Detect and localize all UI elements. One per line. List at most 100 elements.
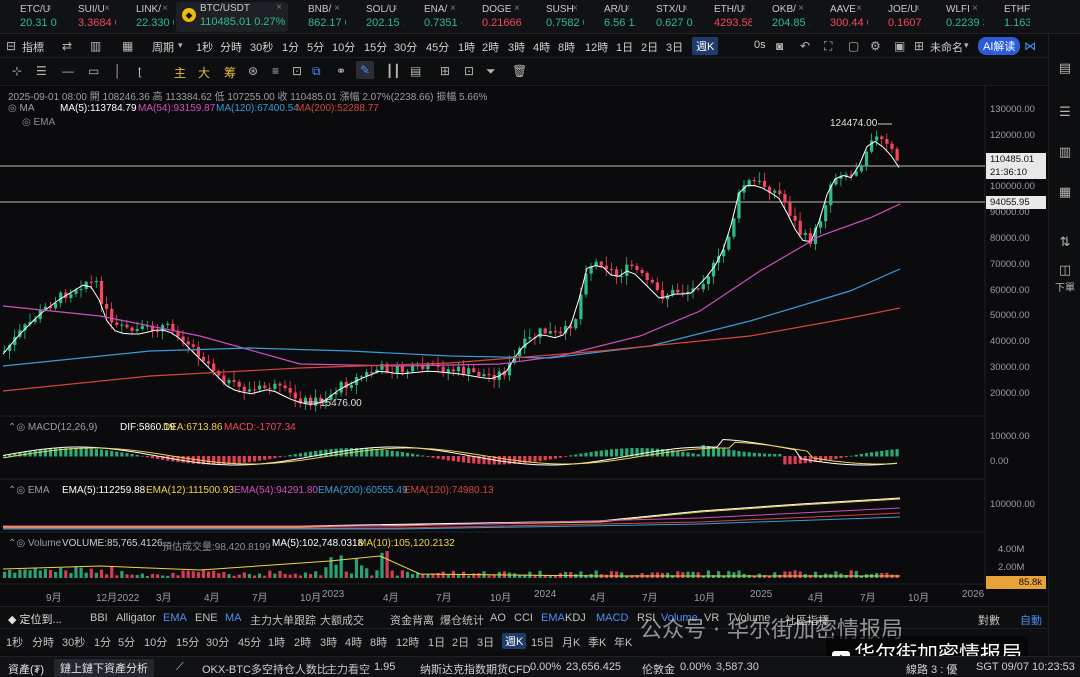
interval-option[interactable]: 4時 [533, 39, 550, 55]
ticker-item[interactable]: SUI/U 3.3684 0 × [60, 3, 116, 31]
ticker-item[interactable]: ETH/U 4293.58 × [696, 3, 752, 31]
period-option[interactable]: 15分 [176, 634, 199, 650]
ticker-item[interactable]: ETHF 1.163 0. × [986, 3, 1030, 31]
ticker-item[interactable]: AR/U 6.56 1.3 × [586, 3, 636, 31]
period-option[interactable]: 3日 [477, 634, 494, 650]
indicator-option[interactable]: MACD [596, 612, 628, 624]
data-icon[interactable]: ▦ [1049, 184, 1080, 200]
doc-icon[interactable]: ▤ [410, 64, 421, 78]
interval-option[interactable]: 3時 [508, 39, 525, 55]
period-option[interactable]: 1秒 [6, 634, 23, 650]
ticker-item[interactable]: JOE/U 0.1607 1 × [870, 3, 926, 31]
okx-ratio-label[interactable]: OKX-BTC多空持仓人数比 [202, 661, 328, 677]
period-option[interactable]: 8時 [370, 634, 387, 650]
period-option[interactable]: 1日 [428, 634, 445, 650]
collapse-icon[interactable]: ⊟ [6, 39, 16, 53]
period-option[interactable]: 5分 [118, 634, 135, 650]
close-icon[interactable]: × [572, 3, 578, 14]
interval-option[interactable]: 45分 [426, 39, 449, 55]
interval-option[interactable]: 10分 [332, 39, 355, 55]
fib-icon[interactable]: ≡ [272, 64, 279, 78]
interval-option[interactable]: 1日 [616, 39, 633, 55]
close-icon[interactable]: × [46, 3, 52, 14]
log-scale-toggle[interactable]: 對數 [978, 612, 1000, 628]
chevron-down-icon[interactable]: ▾ [178, 40, 183, 51]
indicator-option[interactable]: AO [490, 612, 506, 624]
interval-option[interactable]: 12時 [585, 39, 608, 55]
period-option[interactable]: 週K [502, 633, 527, 649]
order-icon[interactable]: ◫ [1049, 262, 1080, 278]
place-order-label[interactable]: 下單 [1049, 279, 1080, 294]
camera-icon[interactable]: ◙ [776, 39, 783, 53]
trash-icon[interactable]: 🗑 [512, 64, 527, 78]
assets-label[interactable]: 資產(₮) [8, 661, 44, 677]
interval-option[interactable]: 2時 [482, 39, 499, 55]
undo-icon[interactable]: ↶ [800, 39, 810, 53]
ticker-item[interactable]: ENA/0.7351 - × [406, 3, 462, 31]
indicator-option[interactable]: CCI [514, 612, 533, 624]
trend-line-icon[interactable]: — [62, 64, 74, 78]
indicator-option[interactable]: KDJ [565, 612, 586, 624]
close-icon[interactable]: × [514, 3, 520, 14]
period-option[interactable]: 10分 [144, 634, 167, 650]
chart-canvas[interactable] [0, 86, 1048, 606]
ticker-item[interactable]: LINK/22.330 0 × [118, 3, 174, 31]
interval-option[interactable]: 8時 [558, 39, 575, 55]
gold-label[interactable]: 伦敦金 [642, 661, 675, 677]
magnet-icon[interactable]: ⊛ [248, 64, 258, 78]
close-icon[interactable]: × [162, 3, 168, 14]
notes-icon[interactable]: ▤ [1049, 60, 1080, 76]
period-option[interactable]: 45分 [238, 634, 261, 650]
ticker-item[interactable]: ◆ BTC/USDT 110485.01 0.27% × [176, 2, 288, 32]
chevron-down-icon[interactable]: ▾ [964, 40, 969, 51]
close-icon[interactable]: × [914, 3, 920, 14]
close-icon[interactable]: × [740, 3, 746, 14]
copy-icon[interactable]: ⧉ [312, 64, 321, 79]
nasdaq-label[interactable]: 纳斯达克指数期货CFD [420, 661, 531, 677]
ticker-item[interactable]: SOL/U 202.15 1 × [348, 3, 404, 31]
lock-icon[interactable]: ⊡ [464, 64, 474, 78]
indicator-option[interactable]: 爆仓统计 [440, 612, 484, 628]
indicator-option[interactable]: 主力大单跟踪 [250, 612, 316, 628]
close-icon[interactable]: × [334, 3, 340, 14]
period-option[interactable]: 年K [614, 634, 632, 650]
grid-tool-icon[interactable]: ⊞ [440, 64, 450, 78]
ticker-item[interactable]: SUSH 0.7582 0 × [528, 3, 584, 31]
indicator-option[interactable]: BBI [90, 612, 108, 624]
interval-option[interactable]: 3日 [666, 39, 683, 55]
settings-icon[interactable]: ⚙ [870, 39, 881, 53]
kline-chart[interactable]: 2025-09-01 08:00 開 108246.36 高 113384.62… [0, 86, 1048, 606]
indicator-option[interactable]: 资金背离 [390, 612, 434, 628]
chart-type-icon[interactable]: ▥ [90, 39, 101, 53]
close-icon[interactable]: × [392, 3, 398, 14]
period-option[interactable]: 30秒 [62, 634, 85, 650]
trade-icon[interactable]: ⇅ [1049, 234, 1080, 250]
indicator-option[interactable]: ENE [195, 612, 218, 624]
period-option[interactable]: 月K [562, 634, 580, 650]
horizontal-lines-icon[interactable]: ☰ [36, 64, 47, 78]
indicator-option[interactable]: 大额成交 [320, 612, 364, 628]
locate-button[interactable]: ◆ 定位到... [8, 611, 62, 627]
share-icon[interactable]: ⋈ [1024, 39, 1036, 53]
fullscreen-icon[interactable]: ⛶ [824, 39, 832, 54]
period-option[interactable]: 30分 [206, 634, 229, 650]
indicator-option[interactable]: EMA [541, 612, 565, 624]
rectangle-icon[interactable]: ▭ [88, 64, 99, 78]
interval-option[interactable]: 1秒 [196, 39, 213, 55]
period-option[interactable]: 分時 [32, 634, 54, 650]
ticker-item[interactable]: OKB/204.85 1 × [754, 3, 810, 31]
orderbook-icon[interactable]: ▥ [1049, 144, 1080, 160]
large-order-button[interactable]: 大 [198, 64, 210, 81]
compare-icon[interactable]: ⇄ [62, 39, 72, 53]
indicator-option[interactable]: Alligator [116, 612, 156, 624]
ticker-item[interactable]: AAVE 300.44 0 × [812, 3, 868, 31]
indicator-button[interactable]: 指標 [22, 39, 44, 55]
ticker-item[interactable]: STX/U 0.627 0. × [638, 3, 694, 31]
interval-option[interactable]: 2日 [641, 39, 658, 55]
save-icon[interactable]: ▣ [894, 39, 905, 53]
period-option[interactable]: 15日 [531, 634, 554, 650]
period-option[interactable]: 3時 [320, 634, 337, 650]
interval-option[interactable]: 5分 [307, 39, 324, 55]
interval-option[interactable]: 1分 [282, 39, 299, 55]
layout-icon[interactable]: ▢ [848, 39, 859, 53]
